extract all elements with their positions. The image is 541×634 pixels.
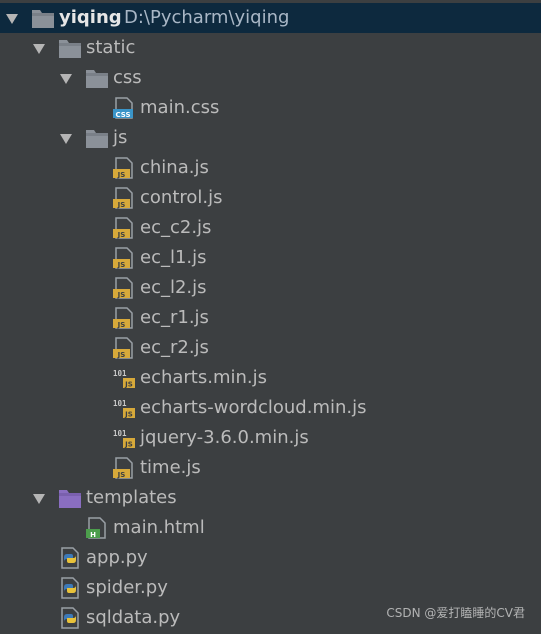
file-label: ec_l2.js — [140, 277, 207, 298]
python-file-icon — [58, 607, 82, 629]
js-badge-text: JS — [117, 231, 126, 239]
file-label: echarts.min.js — [140, 367, 268, 388]
folder-icon — [85, 67, 109, 89]
tree-item-ec-c2-js[interactable]: JS ec_c2.js — [0, 213, 541, 243]
tree-item-time-js[interactable]: JS time.js — [0, 453, 541, 483]
html-file-icon: H — [85, 517, 109, 539]
js-badge-text: JS — [117, 261, 126, 269]
minified-js-file-icon: 101 JS — [112, 427, 136, 449]
tree-item-control-js[interactable]: JS control.js — [0, 183, 541, 213]
js-file-icon: JS — [112, 457, 136, 479]
tree-item-ec-l1-js[interactable]: JS ec_l1.js — [0, 243, 541, 273]
folder-icon — [85, 127, 109, 149]
css-badge-text: CSS — [115, 111, 130, 119]
js-badge-text: JS — [124, 411, 133, 419]
folder-label: static — [86, 37, 136, 58]
project-path: D:\Pycharm\yiqing — [124, 7, 290, 28]
expand-arrow-icon[interactable] — [60, 74, 72, 84]
file-label: time.js — [140, 457, 201, 478]
expand-arrow-icon[interactable] — [33, 44, 45, 54]
tree-item-main-css[interactable]: CSS main.css — [0, 93, 541, 123]
js-file-icon: JS — [112, 277, 136, 299]
expand-arrow-icon[interactable] — [33, 494, 45, 504]
folder-icon — [58, 37, 82, 59]
file-label: china.js — [140, 157, 209, 178]
file-label: ec_r1.js — [140, 307, 209, 328]
min-digits-text: 101 — [113, 369, 127, 378]
js-badge-text: JS — [117, 291, 126, 299]
tree-item-app-py[interactable]: app.py — [0, 543, 541, 573]
templates-folder-icon — [58, 487, 82, 509]
folder-icon — [31, 7, 55, 29]
file-label: echarts-wordcloud.min.js — [140, 397, 367, 418]
html-badge-text: H — [90, 531, 96, 539]
js-file-icon: JS — [112, 157, 136, 179]
minified-js-file-icon: 101 JS — [112, 367, 136, 389]
file-label: sqldata.py — [86, 607, 181, 628]
folder-label: css — [113, 67, 142, 88]
file-label: spider.py — [86, 577, 168, 598]
js-file-icon: JS — [112, 187, 136, 209]
js-badge-text: JS — [117, 321, 126, 329]
file-label: main.html — [113, 517, 205, 538]
js-badge-text: JS — [117, 471, 126, 479]
min-digits-text: 101 — [113, 399, 127, 408]
tree-item-echarts-wordcloud-min-js[interactable]: 101 JS echarts-wordcloud.min.js — [0, 393, 541, 423]
expand-arrow-icon[interactable] — [60, 134, 72, 144]
file-label: main.css — [140, 97, 220, 118]
tree-item-yiqing[interactable]: yiqing D:\Pycharm\yiqing — [0, 3, 541, 33]
js-file-icon: JS — [112, 217, 136, 239]
tree-item-css[interactable]: css — [0, 63, 541, 93]
expand-arrow-icon[interactable] — [6, 14, 18, 24]
css-file-icon: CSS — [112, 97, 136, 119]
watermark: CSDN @爱打瞌睡的CV君 — [386, 606, 525, 620]
js-badge-text: JS — [117, 171, 126, 179]
js-badge-text: JS — [124, 381, 133, 389]
project-name: yiqing — [59, 7, 122, 28]
tree-item-ec-l2-js[interactable]: JS ec_l2.js — [0, 273, 541, 303]
file-label: jquery-3.6.0.min.js — [140, 427, 309, 448]
tree-item-templates[interactable]: templates — [0, 483, 541, 513]
js-file-icon: JS — [112, 337, 136, 359]
js-badge-text: JS — [124, 441, 133, 449]
tree-item-main-html[interactable]: H main.html — [0, 513, 541, 543]
folder-label: js — [113, 127, 128, 148]
tree-item-jquery-min-js[interactable]: 101 JS jquery-3.6.0.min.js — [0, 423, 541, 453]
js-badge-text: JS — [117, 351, 126, 359]
file-label: ec_l1.js — [140, 247, 207, 268]
js-badge-text: JS — [117, 201, 126, 209]
tree-item-spider-py[interactable]: spider.py — [0, 573, 541, 603]
python-file-icon — [58, 547, 82, 569]
js-file-icon: JS — [112, 307, 136, 329]
tree-item-echarts-min-js[interactable]: 101 JS echarts.min.js — [0, 363, 541, 393]
tree-item-ec-r2-js[interactable]: JS ec_r2.js — [0, 333, 541, 363]
min-digits-text: 101 — [113, 429, 127, 438]
minified-js-file-icon: 101 JS — [112, 397, 136, 419]
js-file-icon: JS — [112, 247, 136, 269]
file-label: ec_r2.js — [140, 337, 209, 358]
file-label: ec_c2.js — [140, 217, 212, 238]
file-label: control.js — [140, 187, 223, 208]
tree-item-china-js[interactable]: JS china.js — [0, 153, 541, 183]
tree-item-ec-r1-js[interactable]: JS ec_r1.js — [0, 303, 541, 333]
python-file-icon — [58, 577, 82, 599]
folder-label: templates — [86, 487, 177, 508]
tree-item-static[interactable]: static — [0, 33, 541, 63]
project-tree: yiqing D:\Pycharm\yiqing static css CSS … — [0, 0, 541, 631]
file-label: app.py — [86, 547, 148, 568]
tree-item-js[interactable]: js — [0, 123, 541, 153]
